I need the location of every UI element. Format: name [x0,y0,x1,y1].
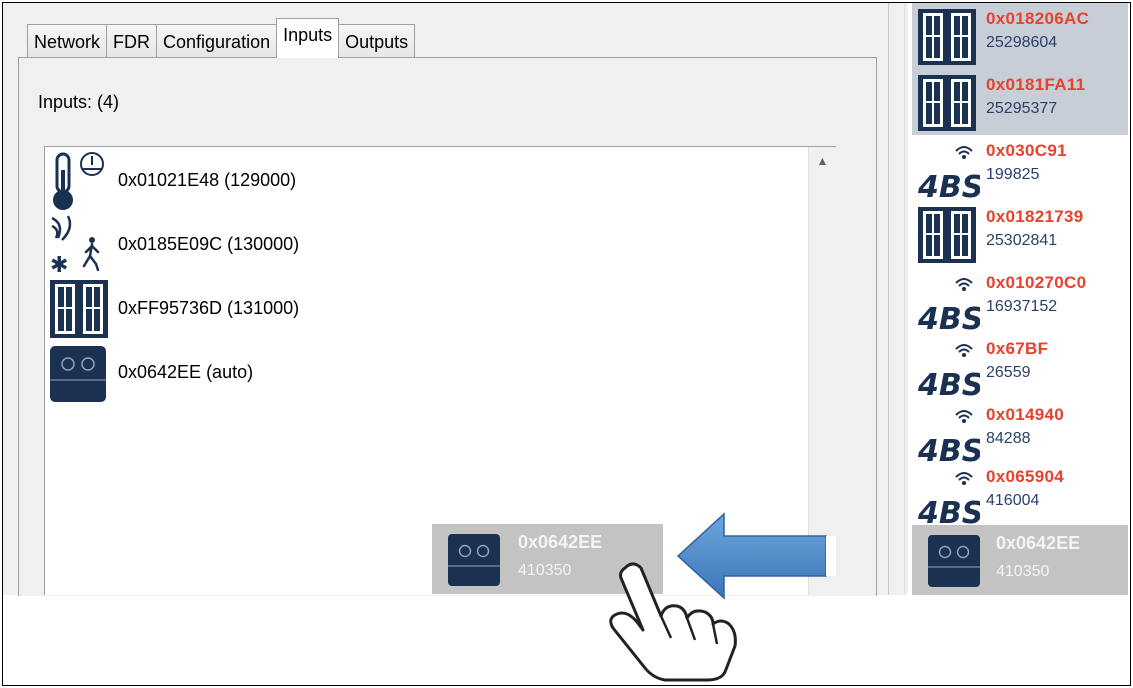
device-number: 25298604 [986,34,1058,51]
motion-sensor-icon: ✱ [50,215,100,276]
list-item[interactable]: 0xFF95736D (131000) [48,278,748,340]
tab-fdr[interactable]: FDR [106,24,158,58]
window-contact-icon [50,280,108,338]
4bs-wireless-icon: 4BS [917,146,980,199]
device-id: 0x0642EE [518,532,603,552]
window-contact-icon [918,207,976,263]
input-label: 0x0642EE (auto) [118,362,254,382]
svg-text:4BS: 4BS [917,496,980,525]
inputs-count-label: Inputs: (4) [38,92,120,112]
rocker-switch-icon [50,346,106,402]
thermometer-sensor-icon [53,152,104,210]
device-number: 410350 [518,562,572,579]
device-number: 199825 [986,166,1040,183]
device-id: 0x010270C0 [986,273,1087,292]
svg-text:✱: ✱ [50,253,68,276]
tab-configuration[interactable]: Configuration [156,24,278,58]
tab-inputs[interactable]: Inputs [276,18,340,58]
tab-outputs[interactable]: Outputs [338,24,416,58]
input-label: 0x0185E09C (130000) [118,234,300,254]
device-id: 0x01821739 [986,207,1084,226]
device-id: 0x67BF [986,339,1049,358]
panel-divider [888,3,889,595]
window-contact-icon [918,9,976,65]
rocker-switch-icon [928,535,980,587]
rocker-switch-icon [448,534,500,586]
device-list-panel[interactable]: 0x018206AC 25298604 0x0181FA11 25295377 … [912,3,1128,595]
device-id: 0x014940 [986,405,1065,424]
list-item[interactable]: 0x0642EE (auto) [48,342,748,404]
device-id: 0x0642EE [996,533,1081,553]
device-number: 84288 [986,430,1031,447]
device-item[interactable]: 4BS 0x014940 84288 [912,399,1128,465]
window-contact-icon [918,75,976,131]
device-item[interactable]: 0x01821739 25302841 [912,201,1128,267]
device-item[interactable]: 4BS 0x010270C0 16937152 [912,267,1128,333]
svg-text:4BS: 4BS [917,302,980,331]
hand-cursor-icon [609,562,737,682]
tab-network[interactable]: Network [27,24,108,58]
tab-bar: Network FDR Configuration Inputs Outputs [27,18,416,58]
device-number: 410350 [996,563,1050,580]
list-item[interactable]: ✱ 0x0185E09C (130000) [48,214,748,276]
device-number: 25302841 [986,232,1058,249]
device-id: 0x0181FA11 [986,75,1086,94]
device-item[interactable]: 4BS 0x030C91 199825 [912,135,1128,201]
input-label: 0x01021E48 (129000) [118,170,297,190]
device-item[interactable]: 0x0181FA11 25295377 [912,69,1128,135]
device-number: 416004 [986,492,1040,509]
device-number: 26559 [986,364,1031,381]
device-id: 0x030C91 [986,141,1067,160]
scroll-up-arrow-icon[interactable]: ▲ [813,151,832,171]
4bs-wireless-icon: 4BS [917,278,980,331]
svg-text:4BS: 4BS [917,368,980,397]
device-number: 16937152 [986,298,1058,315]
input-label: 0xFF95736D (131000) [118,298,300,318]
device-item[interactable]: 4BS 0x065904 416004 [912,461,1128,527]
svg-text:4BS: 4BS [917,434,980,463]
device-item-dragging[interactable]: 0x0642EE 410350 [912,525,1128,595]
device-number: 25295377 [986,100,1058,117]
4bs-wireless-icon: 4BS [917,344,980,397]
device-id: 0x065904 [986,467,1065,486]
device-item[interactable]: 0x018206AC 25298604 [912,3,1128,69]
panel-divider-shadow [904,3,905,595]
device-id: 0x018206AC [986,9,1090,28]
4bs-wireless-icon: 4BS [917,410,980,463]
4bs-wireless-icon: 4BS [917,472,980,525]
list-item[interactable]: 0x01021E48 (129000) [48,150,748,212]
device-item[interactable]: 4BS 0x67BF 26559 [912,333,1128,399]
svg-text:4BS: 4BS [917,170,980,199]
